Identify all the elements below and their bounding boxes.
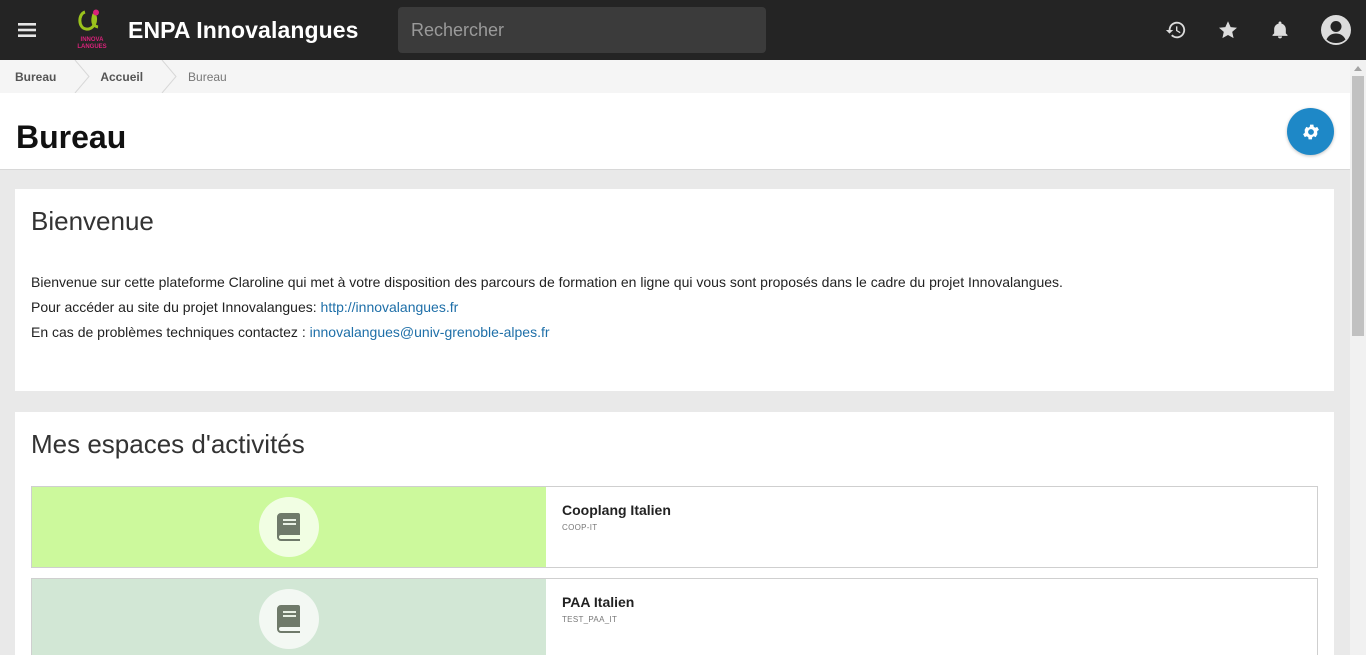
book-icon: [277, 513, 300, 541]
workspace-info: PAA Italien TEST_PAA_IT: [546, 579, 650, 655]
app-title[interactable]: ENPA Innovalangues: [128, 17, 359, 44]
history-icon: [1165, 21, 1186, 39]
breadcrumb-current: Bureau: [188, 69, 227, 84]
welcome-line-2: Pour accéder au site du projet Innovalan…: [31, 295, 1063, 320]
workspace-icon-circle: [259, 497, 319, 557]
history-button[interactable]: [1150, 0, 1202, 60]
logo-text-bottom: LANGUES: [77, 44, 106, 50]
workspace-code: COOP-IT: [562, 523, 598, 532]
workspaces-panel: Mes espaces d'activités Cooplang Italien…: [15, 412, 1334, 655]
breadcrumb-item-bureau[interactable]: Bureau: [0, 60, 56, 93]
welcome-text: Bienvenue sur cette plateforme Claroline…: [31, 270, 1063, 345]
welcome-line-3: En cas de problèmes techniques contactez…: [31, 320, 1063, 345]
page-header: Bureau: [0, 93, 1350, 170]
scroll-thumb[interactable]: [1352, 76, 1364, 336]
workspace-name[interactable]: PAA Italien: [562, 594, 634, 610]
star-icon: [1219, 21, 1237, 39]
favorites-button[interactable]: [1202, 0, 1254, 60]
scroll-up-arrow[interactable]: [1354, 66, 1362, 71]
book-icon: [277, 605, 300, 633]
page-scrollbar[interactable]: [1350, 60, 1366, 655]
breadcrumb-separator: [70, 60, 94, 93]
workspace-thumbnail: [32, 487, 546, 567]
workspace-code: TEST_PAA_IT: [562, 615, 618, 624]
gear-icon: [1302, 124, 1319, 139]
bell-icon: [1272, 21, 1288, 39]
page-title: Bureau: [16, 119, 127, 155]
notifications-button[interactable]: [1254, 0, 1306, 60]
innovalangues-logo[interactable]: INNOVA LANGUES: [72, 8, 112, 52]
search-input[interactable]: [398, 7, 766, 53]
welcome-line-1: Bienvenue sur cette plateforme Claroline…: [31, 274, 1063, 290]
welcome-panel: Bienvenue Bienvenue sur cette plateforme…: [15, 189, 1334, 391]
workspace-icon-circle: [259, 589, 319, 649]
project-site-link[interactable]: http://innovalangues.fr: [321, 299, 459, 315]
settings-button[interactable]: [1287, 108, 1334, 155]
user-menu-button[interactable]: [1306, 0, 1366, 60]
logo-text-top: INNOVA: [81, 37, 105, 43]
menu-button[interactable]: [0, 0, 54, 60]
welcome-line-3-prefix: En cas de problèmes techniques contactez…: [31, 324, 310, 340]
workspace-info: Cooplang Italien COOP-IT: [546, 487, 687, 567]
workspace-name[interactable]: Cooplang Italien: [562, 502, 671, 518]
workspace-thumbnail: [32, 579, 546, 655]
welcome-title: Bienvenue: [31, 206, 154, 236]
menu-icon: [18, 23, 36, 37]
top-icons: [1150, 0, 1366, 60]
workspace-card-paa[interactable]: PAA Italien TEST_PAA_IT: [31, 578, 1318, 655]
workspace-card-cooplang[interactable]: Cooplang Italien COOP-IT: [31, 486, 1318, 568]
top-navbar: INNOVA LANGUES ENPA Innovalangues: [0, 0, 1366, 60]
workspaces-title: Mes espaces d'activités: [31, 429, 305, 459]
breadcrumb: Bureau Accueil Bureau: [0, 60, 1350, 93]
user-avatar-icon: [1321, 15, 1351, 45]
welcome-line-2-prefix: Pour accéder au site du projet Innovalan…: [31, 299, 321, 315]
support-email-link[interactable]: innovalangues@univ-grenoble-alpes.fr: [310, 324, 550, 340]
breadcrumb-separator: [157, 60, 181, 93]
breadcrumb-item-accueil[interactable]: Accueil: [94, 60, 143, 93]
